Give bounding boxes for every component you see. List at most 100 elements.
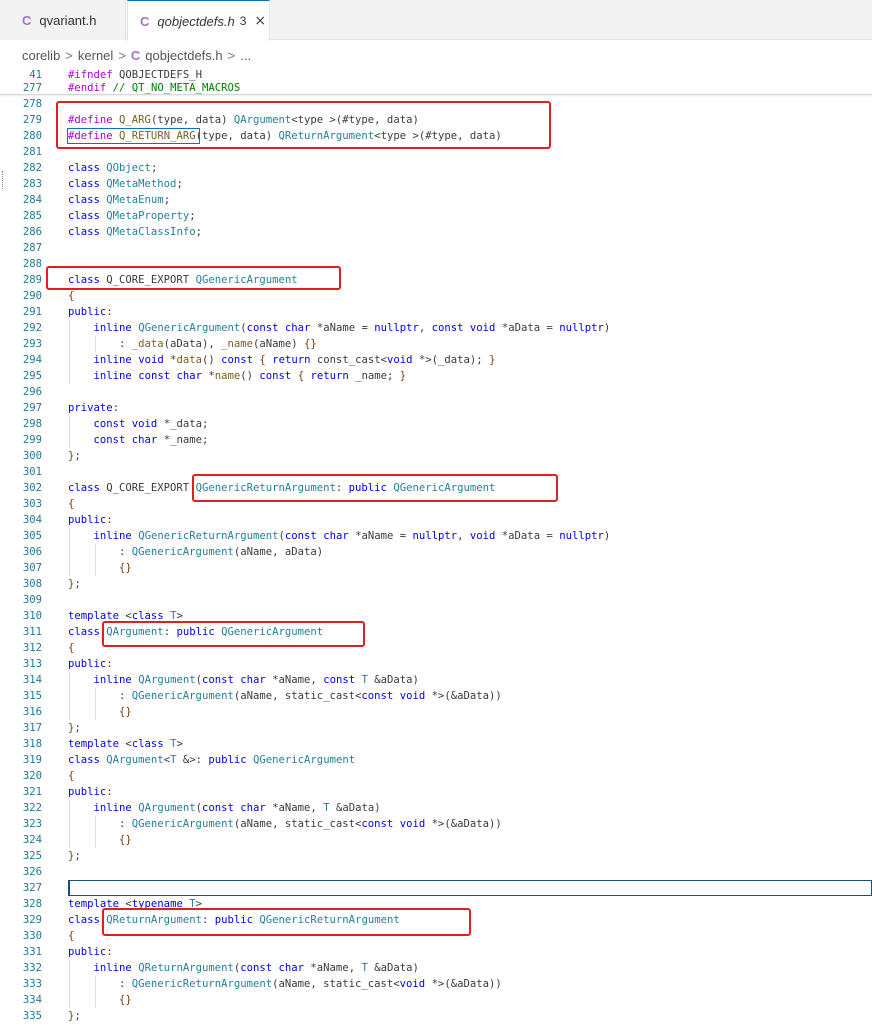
- c-file-icon: C: [130, 47, 141, 63]
- line-number: 312: [22, 642, 42, 654]
- editor-tab-bar: C qvariant.h C qobjectdefs.h 3 ×: [0, 0, 872, 41]
- code-line[interactable]: 307 {}: [0, 560, 872, 576]
- line-number: 321: [22, 786, 42, 798]
- code-text: };: [68, 722, 81, 734]
- line-number: 286: [22, 226, 42, 238]
- c-file-icon: C: [22, 12, 32, 28]
- breadcrumb-item-file[interactable]: qobjectdefs.h: [145, 48, 222, 63]
- code-line[interactable]: 326: [0, 864, 872, 880]
- code-text: public:: [68, 658, 113, 670]
- line-number: 328: [22, 898, 42, 910]
- code-line[interactable]: 306 : QGenericArgument(aName, aData): [0, 544, 872, 560]
- code-line[interactable]: 296: [0, 384, 872, 400]
- code-line[interactable]: 295 inline const char *name() const { re…: [0, 368, 872, 384]
- code-text: const void *_data;: [93, 418, 209, 430]
- code-line[interactable]: 314 inline QArgument(const char *aName, …: [0, 672, 872, 688]
- code-line[interactable]: 297 private:: [0, 400, 872, 416]
- tab-label: qvariant.h: [39, 12, 97, 28]
- code-line[interactable]: 298 const void *_data;: [0, 416, 872, 432]
- line-number: 316: [22, 706, 42, 718]
- code-line[interactable]: 286 class QMetaClassInfo;: [0, 224, 872, 240]
- code-line[interactable]: 305 inline QGenericReturnArgument(const …: [0, 528, 872, 544]
- code-line[interactable]: 292 inline QGenericArgument(const char *…: [0, 320, 872, 336]
- line-number: 320: [22, 770, 42, 782]
- line-number: 299: [22, 434, 42, 446]
- line-number: 319: [22, 754, 42, 766]
- line-number: 287: [22, 242, 42, 254]
- line-number: 310: [22, 610, 42, 622]
- code-line[interactable]: 299 const char *_name;: [0, 432, 872, 448]
- line-number: 284: [22, 194, 42, 206]
- code-line[interactable]: 293 : _data(aData), _name(aName) {}: [0, 336, 872, 352]
- code-line[interactable]: 294 inline void *data() const { return c…: [0, 352, 872, 368]
- code-line[interactable]: 333 : QGenericReturnArgument(aName, stat…: [0, 976, 872, 992]
- tab-qobjectdefs-h[interactable]: C qobjectdefs.h 3 ×: [127, 0, 270, 41]
- code-line[interactable]: 308};: [0, 576, 872, 592]
- line-number: 314: [22, 674, 42, 686]
- code-line[interactable]: 313 public:: [0, 656, 872, 672]
- line-number: 335: [22, 1010, 42, 1022]
- breadcrumb-item-kernel[interactable]: kernel: [78, 48, 113, 63]
- code-line[interactable]: 319 class QArgument<T &>: public QGeneric…: [0, 752, 872, 768]
- code-line[interactable]: 291 public:: [0, 304, 872, 320]
- code-line[interactable]: 320 {: [0, 768, 872, 784]
- line-number: 304: [22, 514, 42, 526]
- code-line[interactable]: 309: [0, 592, 872, 608]
- code-line[interactable]: 321 public:: [0, 784, 872, 800]
- code-line[interactable]: 283 class QMetaMethod;: [0, 176, 872, 192]
- code-line[interactable]: 285 class QMetaProperty;: [0, 208, 872, 224]
- code-line[interactable]: 284 class QMetaEnum;: [0, 192, 872, 208]
- code-line[interactable]: 332 inline QReturnArgument(const char *a…: [0, 960, 872, 976]
- line-number: 288: [22, 258, 42, 270]
- code-text: class QArgument<T &>: public QGenericArg…: [68, 754, 356, 766]
- line-number: 327: [22, 882, 42, 894]
- code-line[interactable]: 325};: [0, 848, 872, 864]
- code-line[interactable]: 304 public:: [0, 512, 872, 528]
- line-number: 331: [22, 946, 42, 958]
- breadcrumb-item-corelib[interactable]: corelib: [22, 48, 60, 63]
- code-text: inline QArgument(const char *aName, cons…: [93, 674, 419, 686]
- code-text: public:: [68, 514, 113, 526]
- code-line[interactable]: 322 inline QArgument(const char *aName, …: [0, 800, 872, 816]
- code-text: inline QArgument(const char *aName, T &a…: [93, 802, 381, 814]
- code-line[interactable]: 331 public:: [0, 944, 872, 960]
- code-text: inline QReturnArgument(const char *aName…: [93, 962, 419, 974]
- code-text: };: [68, 850, 81, 862]
- code-text: class QMetaEnum;: [68, 194, 171, 206]
- code-text: public:: [68, 786, 113, 798]
- line-number: 333: [22, 978, 42, 990]
- code-line[interactable]: 277 #endif // QT_NO_META_MACROS: [0, 80, 872, 96]
- red-annotation-box: [56, 101, 551, 149]
- breadcrumb-item-symbols[interactable]: ...: [240, 48, 251, 63]
- code-line[interactable]: 323 : QGenericArgument(aName, static_cas…: [0, 816, 872, 832]
- code-text: inline const char *name() const { return…: [93, 370, 407, 382]
- line-number: 300: [22, 450, 42, 462]
- code-line[interactable]: 317};: [0, 720, 872, 736]
- code-line[interactable]: 315 : QGenericArgument(aName, static_cas…: [0, 688, 872, 704]
- line-number: 330: [22, 930, 42, 942]
- indent-guide: [69, 528, 70, 576]
- code-line[interactable]: 300};: [0, 448, 872, 464]
- code-line[interactable]: 335};: [0, 1008, 872, 1024]
- line-number: 324: [22, 834, 42, 846]
- line-number: 281: [22, 146, 42, 158]
- line-number: 289: [22, 274, 42, 286]
- line-number: 290: [22, 290, 42, 302]
- indent-guide: [69, 320, 70, 384]
- code-text: class QMetaMethod;: [68, 178, 183, 190]
- code-line[interactable]: 316 {}: [0, 704, 872, 720]
- code-line[interactable]: 290 {: [0, 288, 872, 304]
- line-number: 317: [22, 722, 42, 734]
- close-icon[interactable]: ×: [254, 13, 266, 29]
- code-line[interactable]: 287: [0, 240, 872, 256]
- red-annotation-box: [46, 266, 341, 290]
- line-number: 325: [22, 850, 42, 862]
- indent-guide: [95, 688, 96, 720]
- code-line[interactable]: 324 {}: [0, 832, 872, 848]
- code-line[interactable]: 318 template <class T>: [0, 736, 872, 752]
- code-line[interactable]: 334 {}: [0, 992, 872, 1008]
- code-line[interactable]: 282 class QObject;: [0, 160, 872, 176]
- code-text: {: [68, 290, 75, 302]
- tab-label: qobjectdefs.h: [157, 13, 235, 29]
- tab-qvariant-h[interactable]: C qvariant.h: [0, 0, 126, 40]
